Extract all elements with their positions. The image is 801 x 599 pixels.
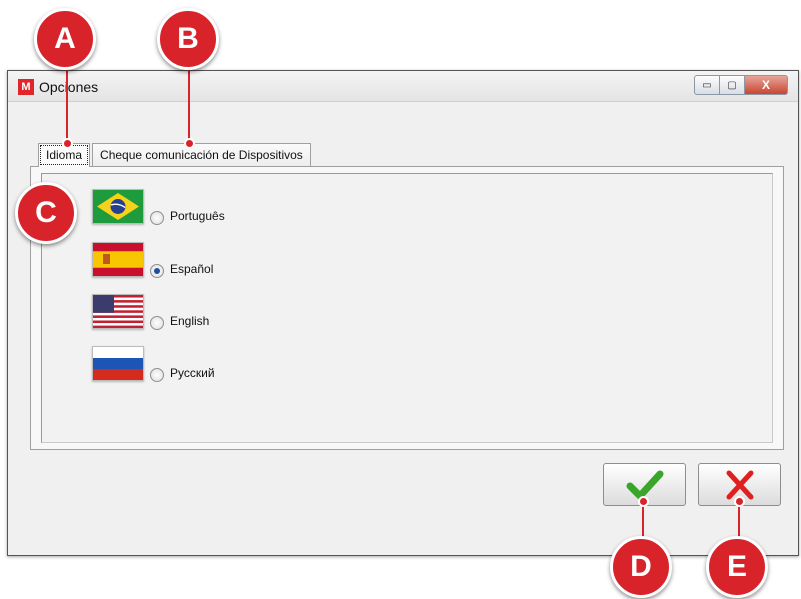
minimize-button[interactable]: ▭: [694, 75, 720, 95]
radio-espanol[interactable]: [150, 264, 164, 278]
language-option-espanol[interactable]: Español: [92, 242, 392, 286]
usa-flag-icon: [92, 294, 144, 329]
tab-panel: Português Español English Русский: [30, 166, 784, 450]
window-title: Opciones: [39, 79, 99, 95]
callout-a: A: [34, 8, 96, 70]
language-label-espanol: Español: [170, 262, 214, 276]
language-label-portugues: Português: [170, 209, 225, 223]
brazil-flag-icon: [92, 189, 144, 224]
tab-strip: Idioma Cheque comunicación de Dispositiv…: [38, 143, 311, 167]
callout-b: B: [157, 8, 219, 70]
window-controls: ▭ ▢ X: [694, 75, 788, 95]
title-bar[interactable]: M Opciones ▭ ▢ X: [8, 71, 798, 102]
callout-e-pin: [734, 496, 745, 507]
radio-english[interactable]: [150, 316, 164, 330]
callout-d: D: [610, 536, 672, 598]
tab-device-communication[interactable]: Cheque comunicación de Dispositivos: [92, 143, 311, 167]
callout-d-pin: [638, 496, 649, 507]
check-icon: [626, 470, 663, 499]
language-option-english[interactable]: English: [92, 294, 392, 338]
callout-b-pin: [184, 138, 195, 149]
maximize-button[interactable]: ▢: [720, 75, 745, 95]
callout-c: C: [15, 182, 77, 244]
callout-a-pin: [62, 138, 73, 149]
callout-b-leader: [188, 64, 190, 144]
language-label-russian: Русский: [170, 366, 215, 380]
spain-flag-icon: [92, 242, 144, 277]
language-label-english: English: [170, 314, 210, 328]
close-button[interactable]: X: [745, 75, 788, 95]
language-option-russian[interactable]: Русский: [92, 346, 392, 390]
language-group: Português Español English Русский: [41, 173, 773, 443]
russia-flag-icon: [92, 346, 144, 381]
language-option-portugues[interactable]: Português: [92, 189, 392, 233]
callout-a-leader: [66, 64, 68, 144]
radio-russian[interactable]: [150, 368, 164, 382]
options-window: M Opciones ▭ ▢ X Idioma Cheque comunicac…: [7, 70, 799, 556]
radio-portugues[interactable]: [150, 211, 164, 225]
callout-e: E: [706, 536, 768, 598]
app-icon: M: [18, 79, 34, 95]
